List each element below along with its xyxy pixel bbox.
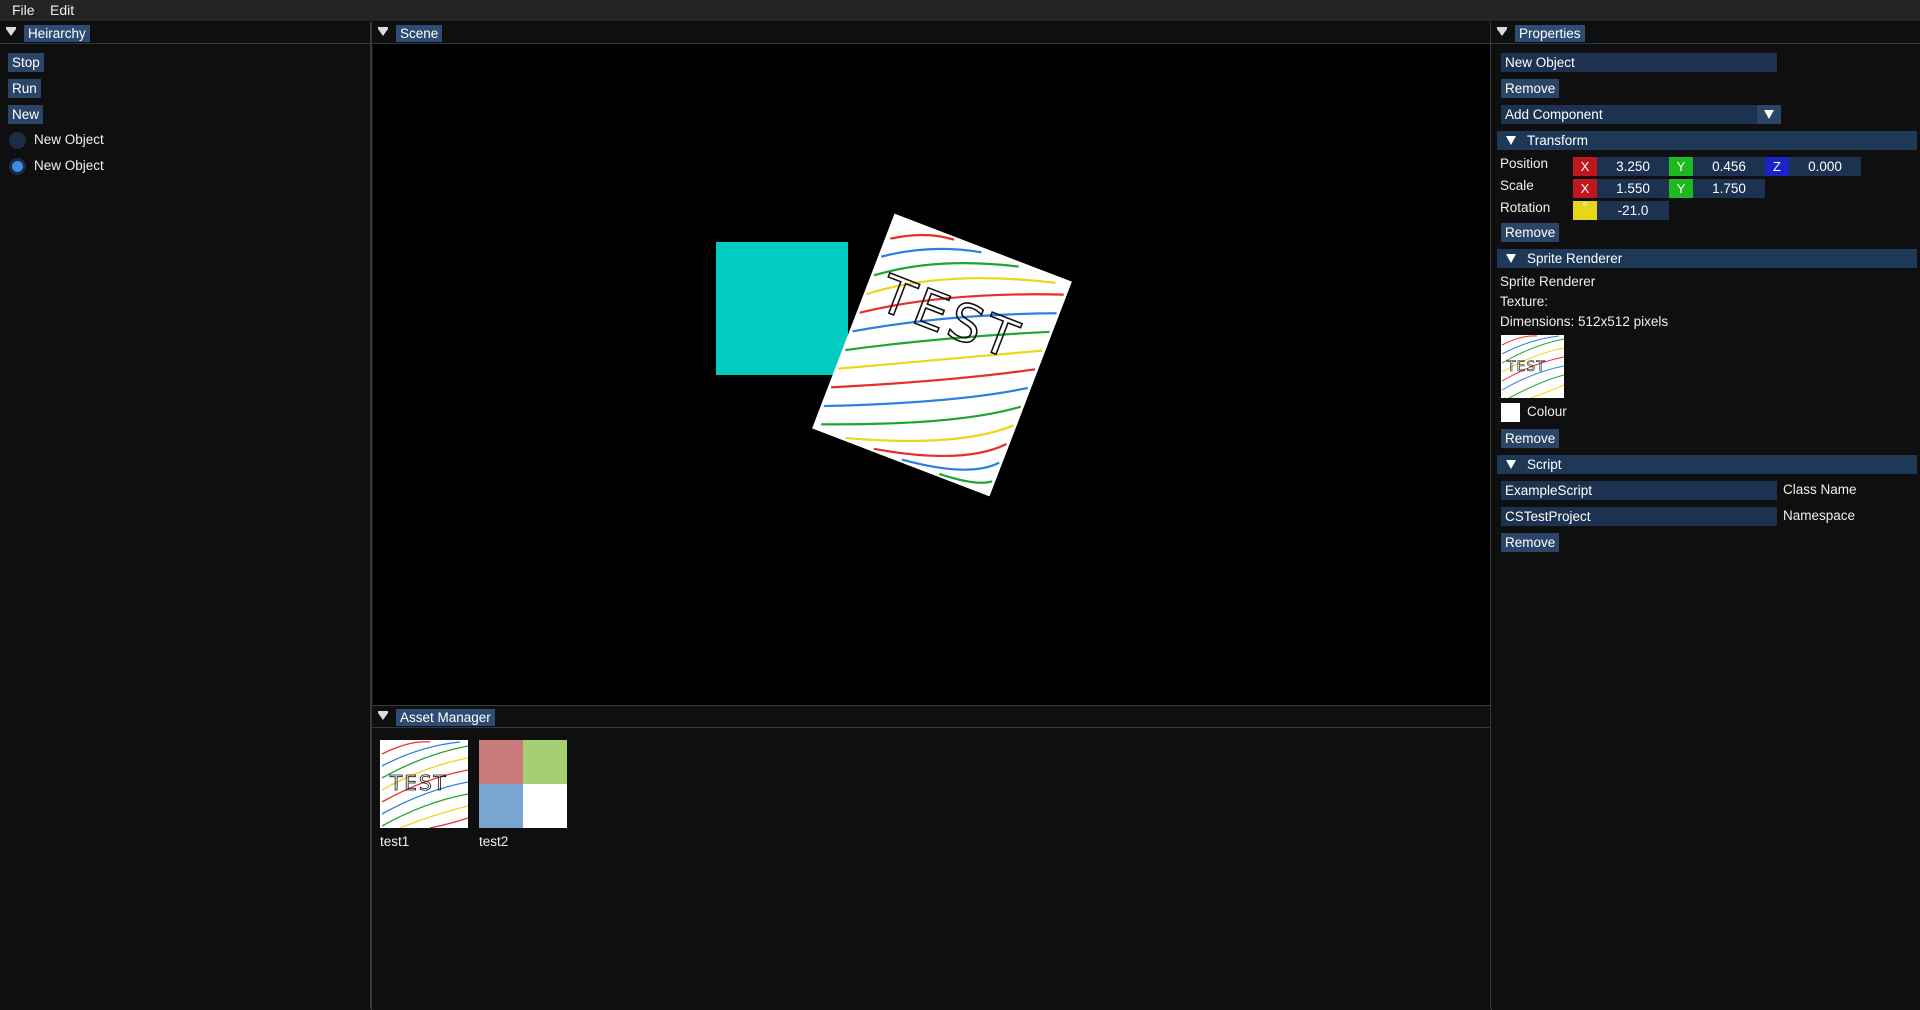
section-title: Script bbox=[1527, 457, 1562, 472]
scale-x-field[interactable]: 1.550 bbox=[1597, 179, 1669, 198]
sprite-renderer-section-header[interactable]: Sprite Renderer bbox=[1497, 249, 1917, 268]
color-quadrant bbox=[479, 784, 523, 828]
scale-y-field[interactable]: 1.750 bbox=[1693, 179, 1765, 198]
asset-thumbnail-test2[interactable] bbox=[479, 740, 567, 828]
texture-preview[interactable]: TEST bbox=[1501, 335, 1564, 398]
scene-viewport[interactable]: TEST bbox=[373, 44, 1490, 705]
sprite-renderer-name: Sprite Renderer bbox=[1500, 274, 1596, 289]
dimensions-text: Dimensions: 512x512 pixels bbox=[1500, 314, 1669, 329]
menu-edit[interactable]: Edit bbox=[44, 0, 80, 21]
remove-sprite-renderer-button[interactable]: Remove bbox=[1501, 429, 1560, 448]
collapse-arrow-icon[interactable] bbox=[378, 711, 388, 720]
expand-arrow-icon bbox=[1506, 136, 1516, 145]
script-section-header[interactable]: Script bbox=[1497, 455, 1917, 474]
class-name-field[interactable]: ExampleScript bbox=[1501, 481, 1777, 500]
section-title: Sprite Renderer bbox=[1527, 251, 1623, 266]
position-y-axis-label: Y bbox=[1669, 157, 1693, 176]
asset-label-test2: test2 bbox=[479, 834, 509, 849]
properties-panel: Properties New Object Remove Add Compone… bbox=[1490, 22, 1920, 1009]
scene-sprite-object[interactable]: TEST bbox=[373, 44, 1490, 705]
scale-y-axis-label: Y bbox=[1669, 179, 1693, 198]
texture-thumbnail-icon: TEST bbox=[1501, 335, 1564, 398]
expand-arrow-icon bbox=[1506, 254, 1516, 263]
add-component-dropdown[interactable]: Add Component bbox=[1501, 105, 1759, 124]
dropdown-arrow-icon[interactable] bbox=[1757, 105, 1781, 124]
position-y-field[interactable]: 0.456 bbox=[1693, 157, 1765, 176]
hierarchy-panel: Heirarchy Stop Run New New Object New Ob… bbox=[0, 22, 371, 1009]
run-button[interactable]: Run bbox=[8, 79, 41, 98]
scene-tab[interactable]: Scene bbox=[396, 25, 443, 42]
color-quadrant bbox=[523, 740, 567, 784]
transform-section-header[interactable]: Transform bbox=[1497, 131, 1917, 150]
hierarchy-tab[interactable]: Heirarchy bbox=[24, 25, 90, 42]
menu-bar: File Edit bbox=[0, 0, 1920, 21]
hierarchy-title-bar: Heirarchy bbox=[0, 22, 370, 44]
properties-title-bar: Properties bbox=[1491, 22, 1920, 44]
new-button[interactable]: New bbox=[8, 105, 44, 124]
collapse-arrow-icon[interactable] bbox=[378, 27, 388, 36]
section-title: Transform bbox=[1527, 133, 1589, 148]
thumbnail-text: TEST bbox=[389, 771, 448, 795]
position-z-axis-label: Z bbox=[1765, 157, 1789, 176]
scene-title-bar: Scene bbox=[372, 22, 1491, 44]
namespace-label: Namespace bbox=[1783, 508, 1856, 523]
remove-script-button[interactable]: Remove bbox=[1501, 533, 1560, 552]
color-quadrant bbox=[479, 740, 523, 784]
asset-thumbnail-test1[interactable]: TEST bbox=[380, 740, 468, 828]
scale-label: Scale bbox=[1500, 178, 1534, 193]
namespace-field[interactable]: CSTestProject bbox=[1501, 507, 1777, 526]
scale-x-axis-label: X bbox=[1573, 179, 1597, 198]
rotation-label: Rotation bbox=[1500, 200, 1551, 215]
stop-button[interactable]: Stop bbox=[8, 53, 44, 72]
collapse-arrow-icon[interactable] bbox=[6, 27, 16, 36]
position-x-field[interactable]: 3.250 bbox=[1597, 157, 1669, 176]
asset-label-test1: test1 bbox=[380, 834, 410, 849]
asset-manager-panel: Asset Manager TEST test1 test2 bbox=[371, 705, 1492, 1010]
remove-object-button[interactable]: Remove bbox=[1501, 79, 1560, 98]
position-x-axis-label: X bbox=[1573, 157, 1597, 176]
object-select-radio[interactable] bbox=[9, 132, 26, 149]
texture-thumbnail-icon: TEST bbox=[381, 741, 468, 828]
object-select-radio[interactable] bbox=[9, 158, 26, 175]
texture-label: Texture: bbox=[1500, 294, 1549, 309]
asset-manager-tab[interactable]: Asset Manager bbox=[396, 709, 495, 726]
colour-swatch[interactable] bbox=[1501, 403, 1520, 422]
colour-label: Colour bbox=[1527, 404, 1567, 419]
rotation-field[interactable]: -21.0 bbox=[1597, 201, 1669, 220]
hierarchy-item[interactable]: New Object bbox=[34, 132, 104, 147]
properties-tab[interactable]: Properties bbox=[1515, 25, 1585, 42]
object-name-field[interactable]: New Object bbox=[1501, 53, 1777, 72]
collapse-arrow-icon[interactable] bbox=[1497, 27, 1507, 36]
menu-file[interactable]: File bbox=[6, 0, 41, 21]
thumbnail-text: TEST bbox=[1506, 359, 1546, 375]
expand-arrow-icon bbox=[1506, 460, 1516, 469]
color-quadrant bbox=[523, 784, 567, 828]
position-z-field[interactable]: 0.000 bbox=[1789, 157, 1861, 176]
hierarchy-item[interactable]: New Object bbox=[34, 158, 104, 173]
rotation-axis-label: ° bbox=[1573, 200, 1597, 220]
position-label: Position bbox=[1500, 156, 1549, 171]
remove-transform-button[interactable]: Remove bbox=[1501, 223, 1560, 242]
asset-manager-title-bar: Asset Manager bbox=[372, 706, 1491, 728]
class-name-label: Class Name bbox=[1783, 482, 1857, 497]
